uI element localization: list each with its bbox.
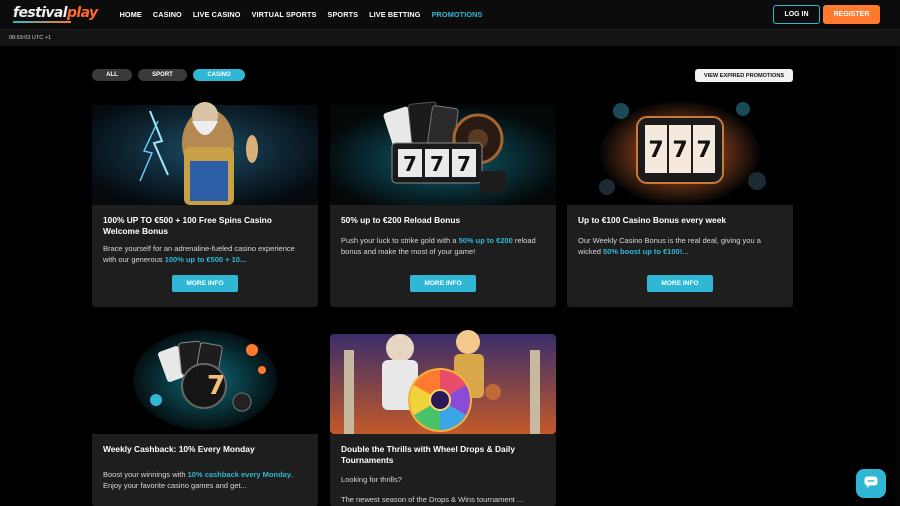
chat-widget-button[interactable] bbox=[856, 469, 886, 498]
promo-description: Push your luck to strike gold with a 50%… bbox=[341, 235, 545, 257]
nav-promotions[interactable]: PROMOTIONS bbox=[432, 10, 483, 19]
logo-text-part1: festival bbox=[13, 5, 68, 21]
promo-card-wheel-drops: Double the Thrills with Wheel Drops & Da… bbox=[330, 320, 556, 506]
register-button[interactable]: REGISTER bbox=[823, 5, 880, 24]
filter-sport[interactable]: SPORT bbox=[138, 69, 187, 81]
nav-live-casino[interactable]: LIVE CASINO bbox=[193, 10, 241, 19]
clock-bar: 08:59:03 UTC +1 bbox=[0, 29, 900, 46]
main-nav: HOME CASINO LIVE CASINO VIRTUAL SPORTS S… bbox=[120, 10, 483, 19]
promo-title: Weekly Cashback: 10% Every Monday bbox=[103, 444, 255, 454]
promo-description: Our Weekly Casino Bonus is the real deal… bbox=[578, 235, 782, 257]
promo-desc-highlight: 50% up to €200 bbox=[458, 235, 513, 245]
view-expired-promotions-button[interactable]: VIEW EXPIRED PROMOTIONS bbox=[695, 69, 793, 82]
promo-desc-text: Push your luck to strike gold with a bbox=[341, 235, 459, 245]
nav-live-betting[interactable]: LIVE BETTING bbox=[369, 10, 420, 19]
promo-title: 50% up to €200 Reload Bonus bbox=[341, 215, 461, 225]
filter-all[interactable]: ALL bbox=[92, 69, 132, 81]
promo-image-slot-cards: 7 7 7 bbox=[330, 91, 556, 205]
promo-card-weekly-cashback: 7 Weekly Cashback: 10% Every Monday Boos… bbox=[92, 320, 318, 506]
svg-text:7: 7 bbox=[672, 138, 687, 163]
promo-title: Double the Thrills with Wheel Drops & Da… bbox=[341, 444, 516, 465]
nav-casino[interactable]: CASINO bbox=[153, 10, 182, 19]
more-info-button[interactable]: MORE INFO bbox=[172, 275, 238, 292]
svg-text:7: 7 bbox=[648, 138, 663, 163]
filter-casino[interactable]: CASINO bbox=[193, 69, 245, 81]
promo-title: Up to €100 Casino Bonus every week bbox=[578, 215, 727, 225]
promo-desc-line1: Looking for thrills? bbox=[341, 475, 402, 484]
promo-title: 100% UP TO €500 + 100 Free Spins Casino … bbox=[103, 215, 272, 236]
promo-description: Brace yourself for an adrenaline-fueled … bbox=[103, 243, 307, 265]
svg-text:7: 7 bbox=[430, 152, 444, 176]
brand-logo[interactable]: festivalplay bbox=[13, 6, 98, 23]
promo-card-weekly-casino-bonus: 7 7 7 Up to €100 Casino Bonus every week… bbox=[567, 91, 793, 307]
logo-underline bbox=[13, 21, 71, 23]
promo-card-reload-bonus: 7 7 7 50% up to €200 Reload Bonus Push y… bbox=[330, 91, 556, 307]
nav-virtual-sports[interactable]: VIRTUAL SPORTS bbox=[252, 10, 317, 19]
promo-desc-highlight: 50% boost up to €100! bbox=[603, 246, 683, 256]
promo-description: Looking for thrills? The newest season o… bbox=[341, 474, 545, 505]
promo-desc-highlight: 10% cashback every Monday bbox=[187, 469, 292, 479]
nav-home[interactable]: HOME bbox=[120, 10, 142, 19]
chat-icon bbox=[864, 475, 878, 493]
login-button[interactable]: LOG IN bbox=[773, 5, 820, 24]
nav-sports[interactable]: SPORTS bbox=[328, 10, 359, 19]
page-scrollbar[interactable] bbox=[895, 46, 900, 506]
logo-text-part2: play bbox=[66, 5, 98, 21]
clock-text: 08:59:03 UTC +1 bbox=[9, 35, 52, 41]
promo-description: Boost your winnings with 10% cashback ev… bbox=[103, 469, 307, 491]
promo-desc-line2: The newest season of the Drops & Wins to… bbox=[341, 495, 524, 504]
svg-text:7: 7 bbox=[403, 152, 417, 176]
promo-image-zeus bbox=[92, 91, 318, 205]
promo-image-gods-wheel bbox=[330, 320, 556, 434]
top-navigation-bar: festivalplay HOME CASINO LIVE CASINO VIR… bbox=[0, 0, 900, 29]
promotion-filters: ALL SPORT CASINO bbox=[92, 69, 245, 81]
more-info-button[interactable]: MORE INFO bbox=[647, 275, 713, 292]
promo-desc-highlight: 100% up to €500 + 10... bbox=[164, 255, 247, 264]
more-info-button[interactable]: MORE INFO bbox=[410, 275, 476, 292]
promo-card-welcome-bonus: 100% UP TO €500 + 100 Free Spins Casino … bbox=[92, 91, 318, 307]
svg-text:7: 7 bbox=[207, 371, 225, 401]
promo-desc-text-end: ... bbox=[682, 246, 689, 256]
svg-text:7: 7 bbox=[696, 138, 711, 163]
svg-text:7: 7 bbox=[457, 152, 471, 176]
promo-desc-text: Boost your winnings with bbox=[103, 469, 188, 479]
promo-image-cards-chips: 7 bbox=[92, 320, 318, 434]
promo-image-slot-reel: 7 7 7 bbox=[567, 91, 793, 205]
